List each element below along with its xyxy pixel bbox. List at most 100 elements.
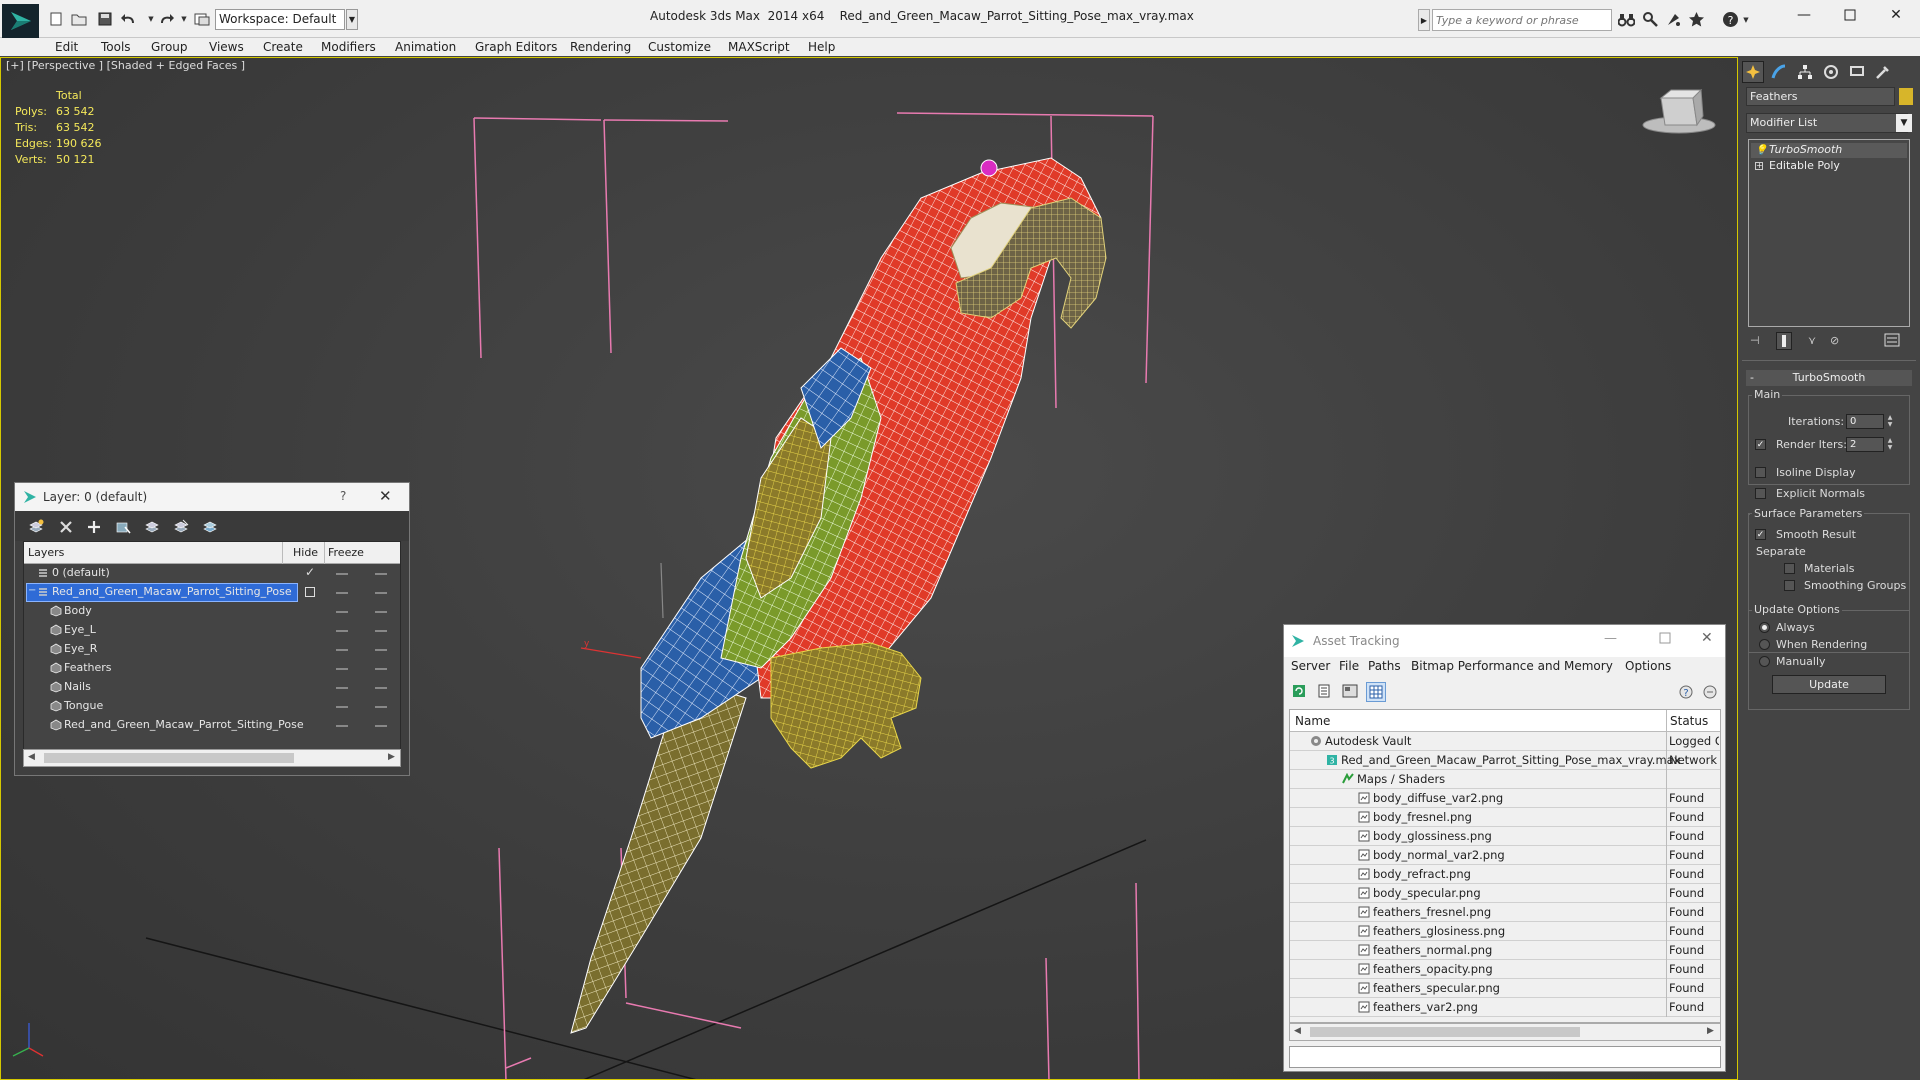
layer-row[interactable]: Nails [24,678,400,697]
scroll-right-icon[interactable]: ▶ [388,752,395,762]
binoculars-icon[interactable] [1618,11,1635,28]
freeze-toggle[interactable] [375,630,387,632]
make-current-checkbox[interactable] [305,587,315,597]
table-view-icon[interactable] [1366,682,1386,702]
pin-stack-icon[interactable]: ⊣ [1750,334,1760,347]
hierarchy-tab-icon[interactable] [1794,61,1816,83]
isoline-display-checkbox[interactable] [1755,467,1766,478]
scroll-left-icon[interactable]: ◀ [1294,1026,1301,1036]
menu-views[interactable]: Views [209,40,244,54]
smoothing-groups-checkbox[interactable] [1784,580,1795,591]
turbosmooth-rollout-header[interactable]: - TurboSmooth [1746,370,1912,386]
hide-toggle[interactable] [336,649,348,651]
list-view-icon[interactable] [1318,684,1330,701]
asset-row[interactable]: Maps / Shaders [1290,770,1720,789]
delete-layer-icon[interactable] [57,518,75,536]
minimize-icon[interactable]: — [1784,4,1824,26]
menu-modifiers[interactable]: Modifiers [321,40,376,54]
freeze-toggle[interactable] [375,592,387,594]
subscription-icon[interactable] [1642,11,1659,28]
search-expand-icon[interactable]: ▶ [1418,9,1430,31]
lightbulb-icon[interactable]: 💡 [1755,144,1767,158]
viewport-label[interactable]: [+] [Perspective ] [Shaded + Edged Faces… [6,59,245,72]
asset-row[interactable]: feathers_glosiness.png Found [1290,922,1720,941]
workspace-select[interactable]: Workspace: Default [215,9,345,30]
column-status[interactable]: Status [1670,714,1708,728]
asset-row[interactable]: feathers_specular.png Found [1290,979,1720,998]
make-unique-icon[interactable]: ⋎ [1808,334,1816,347]
asset-row[interactable]: body_normal_var2.png Found [1290,846,1720,865]
remove-modifier-icon[interactable]: ⊘ [1830,334,1839,347]
motion-tab-icon[interactable] [1820,61,1842,83]
favorites-star-icon[interactable] [1688,11,1705,28]
project-folder-icon[interactable] [193,10,211,28]
minimize-icon[interactable]: — [1604,631,1617,646]
undo-dropdown-icon[interactable]: ▼ [146,10,156,28]
explicit-normals-checkbox[interactable] [1755,488,1766,499]
spinner-arrows-icon[interactable]: ▲ ▼ [1886,437,1894,452]
hide-toggle[interactable] [336,630,348,632]
hide-toggle[interactable] [336,687,348,689]
menu-create[interactable]: Create [263,40,303,54]
collapse-icon[interactable]: − [28,585,36,596]
scroll-right-icon[interactable]: ▶ [1707,1026,1714,1036]
add-to-layer-icon[interactable] [85,518,103,536]
menu-tools[interactable]: Tools [101,40,131,54]
asset-row[interactable]: feathers_normal.png Found [1290,941,1720,960]
chevron-down-icon[interactable]: ▼ [1896,114,1912,132]
create-layer-icon[interactable] [27,518,45,536]
asset-row[interactable]: body_specular.png Found [1290,884,1720,903]
when-rendering-radio[interactable] [1759,639,1770,650]
asset-window-titlebar[interactable]: Asset Tracking — ✕ [1284,625,1725,657]
close-icon[interactable]: ✕ [1876,4,1916,26]
stack-item-turbosmooth[interactable]: 💡 TurboSmooth [1751,143,1907,158]
object-color-swatch[interactable] [1899,88,1913,105]
asset-row[interactable]: Autodesk Vault Logged Out [1290,732,1720,751]
highlight-layer-icon[interactable] [143,518,161,536]
layer-row[interactable]: Red_and_Green_Macaw_Parrot_Sitting_Pose [24,716,400,735]
layer-row[interactable]: Eye_L [24,621,400,640]
asset-row[interactable]: body_diffuse_var2.png Found [1290,789,1720,808]
hide-toggle[interactable] [336,611,348,613]
layer-window-titlebar[interactable]: Layer: 0 (default) ? ✕ [15,483,409,511]
help-icon[interactable]: ? [1722,11,1739,28]
menu-edit[interactable]: Edit [55,40,78,54]
menu-rendering[interactable]: Rendering [570,40,631,54]
show-end-result-icon[interactable] [1776,332,1792,350]
menu-animation[interactable]: Animation [395,40,456,54]
asset-row[interactable]: feathers_fresnel.png Found [1290,903,1720,922]
communication-center-icon[interactable] [1665,11,1682,28]
asset-row[interactable]: feathers_var2.png Found [1290,998,1720,1017]
freeze-toggle[interactable] [375,573,387,575]
layer-row[interactable]: Feathers [24,659,400,678]
menu-maxscript[interactable]: MAXScript [728,40,790,54]
expand-icon[interactable]: + [1755,162,1763,170]
freeze-toggle[interactable] [375,687,387,689]
asset-row[interactable]: body_refract.png Found [1290,865,1720,884]
asset-horizontal-scrollbar[interactable]: ◀ ▶ [1289,1023,1721,1041]
modifier-list-dropdown[interactable]: Modifier List [1746,113,1908,133]
hide-toggle[interactable] [336,706,348,708]
asset-menu-options[interactable]: Options [1625,659,1671,673]
asset-menu-bitmap-performance[interactable]: Bitmap Performance and Memory [1411,659,1613,673]
asset-row[interactable]: feathers_opacity.png Found [1290,960,1720,979]
freeze-toggle[interactable] [375,725,387,727]
menu-graph-editors[interactable]: Graph Editors [475,40,557,54]
iterations-spinner[interactable]: 0 [1846,414,1884,429]
select-objects-icon[interactable] [114,518,132,536]
new-file-icon[interactable] [47,10,65,28]
layer-row[interactable]: Body [24,602,400,621]
asset-menu-file[interactable]: File [1339,659,1359,673]
save-icon[interactable] [96,10,114,28]
column-layers[interactable]: Layers [28,546,64,559]
hide-toggle[interactable] [336,573,348,575]
freeze-all-layers-icon[interactable] [201,518,219,536]
object-name-field[interactable]: Feathers [1746,87,1895,106]
asset-row[interactable]: body_glossiness.png Found [1290,827,1720,846]
layer-row[interactable]: Tongue [24,697,400,716]
freeze-toggle[interactable] [375,668,387,670]
asset-menu-paths[interactable]: Paths [1368,659,1401,673]
asset-settings-icon[interactable] [1702,684,1718,703]
utilities-tab-icon[interactable] [1872,61,1894,83]
materials-checkbox[interactable] [1784,563,1795,574]
